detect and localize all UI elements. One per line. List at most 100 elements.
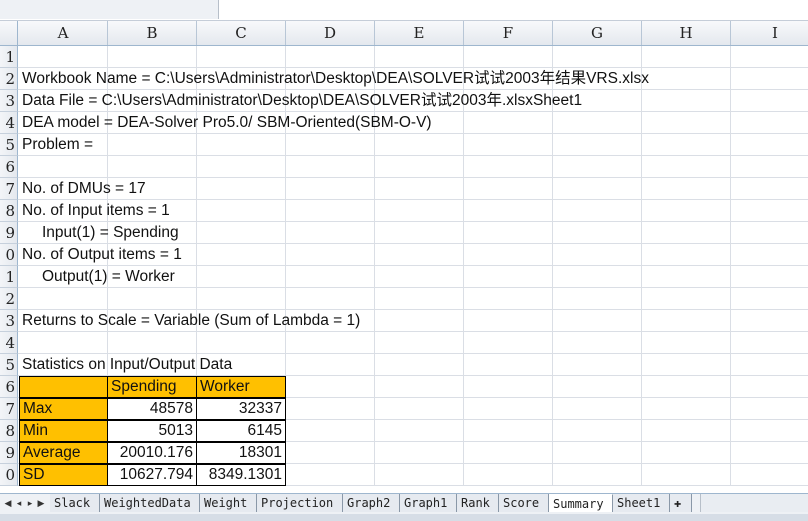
stats-value-cell[interactable]: 8349.1301 xyxy=(197,464,286,486)
sheet-row: 5 Statistics on Input/Output Data xyxy=(0,354,808,376)
stats-header-cell[interactable]: Worker xyxy=(197,376,286,398)
grid-line xyxy=(730,134,731,156)
grid-line xyxy=(463,156,464,178)
sheet-tab-weighteddata[interactable]: WeightedData xyxy=(100,494,200,512)
stats-value-cell[interactable]: 5013 xyxy=(108,420,197,442)
sheet-tab-projection[interactable]: Projection xyxy=(257,494,343,512)
row-header[interactable]: 8 xyxy=(0,420,18,442)
grid-line xyxy=(641,464,642,486)
sheet-tab-rank[interactable]: Rank xyxy=(457,494,499,512)
row-header[interactable]: 7 xyxy=(0,178,18,200)
cell-text[interactable]: Problem = xyxy=(22,134,93,156)
column-header-c[interactable]: C xyxy=(197,21,286,45)
cell-text[interactable]: Returns to Scale = Variable (Sum of Lamb… xyxy=(22,310,360,332)
row-header[interactable]: 5 xyxy=(0,134,18,156)
row-header[interactable]: 4 xyxy=(0,112,18,134)
sheet-tab-slack[interactable]: Slack xyxy=(50,494,100,512)
grid-line xyxy=(552,200,553,222)
grid-line xyxy=(285,156,286,178)
grid-line xyxy=(552,442,553,464)
row-header[interactable]: 0 xyxy=(0,464,18,486)
column-header-f[interactable]: F xyxy=(464,21,553,45)
last-sheet-icon[interactable]: ▶ xyxy=(36,497,46,509)
column-header-h[interactable]: H xyxy=(642,21,731,45)
sheet-tab-summary[interactable]: Summary xyxy=(549,494,613,512)
next-sheet-icon[interactable]: ▸ xyxy=(25,497,35,509)
stats-label-cell[interactable]: Min xyxy=(19,420,108,442)
row-header[interactable]: 4 xyxy=(0,332,18,354)
row-header[interactable]: 7 xyxy=(0,398,18,420)
sheet-tab-graph1[interactable]: Graph1 xyxy=(400,494,457,512)
sheet-tab-sheet1[interactable]: Sheet1 xyxy=(613,494,670,512)
row-header[interactable]: 6 xyxy=(0,376,18,398)
grid-line xyxy=(730,354,731,376)
grid-line xyxy=(196,134,197,156)
row-header[interactable]: 1 xyxy=(0,266,18,288)
sheet-tab-score[interactable]: Score xyxy=(499,494,549,512)
cell-text[interactable]: Data File = C:\Users\Administrator\Deskt… xyxy=(22,90,582,112)
grid-line xyxy=(641,46,642,68)
grid-line xyxy=(641,376,642,398)
cell-text[interactable]: No. of DMUs = 17 xyxy=(22,178,146,200)
cell-text[interactable]: DEA model = DEA-Solver Pro5.0/ SBM-Orien… xyxy=(22,112,432,134)
sheet-tab-bar: ◀ ◂ ▸ ▶ Slack WeightedData Weight Projectio… xyxy=(0,493,808,514)
row-header[interactable]: 6 xyxy=(0,156,18,178)
stats-value-cell[interactable]: 10627.794 xyxy=(108,464,197,486)
stats-value-cell[interactable]: 18301 xyxy=(197,442,286,464)
grid-line xyxy=(374,288,375,310)
row-header[interactable]: 9 xyxy=(0,442,18,464)
grid-line xyxy=(463,398,464,420)
row-header[interactable]: 2 xyxy=(0,68,18,90)
column-header-d[interactable]: D xyxy=(286,21,375,45)
stats-header-cell[interactable] xyxy=(19,376,108,398)
grid-line xyxy=(374,266,375,288)
grid-line xyxy=(641,244,642,266)
name-box[interactable] xyxy=(0,0,219,19)
cell-text[interactable]: Output(1) = Worker xyxy=(42,266,175,288)
grid-line xyxy=(463,244,464,266)
column-header-a[interactable]: A xyxy=(19,21,108,45)
row-header[interactable]: 3 xyxy=(0,310,18,332)
row-header[interactable]: 5 xyxy=(0,354,18,376)
row-header[interactable]: 3 xyxy=(0,90,18,112)
grid-line xyxy=(463,266,464,288)
grid-line xyxy=(641,310,642,332)
column-header-i[interactable]: I xyxy=(731,21,808,45)
insert-sheet-icon[interactable]: ✚ xyxy=(670,494,692,512)
grid-line xyxy=(641,178,642,200)
row-header[interactable]: 0 xyxy=(0,244,18,266)
sheet-row: 3 Returns to Scale = Variable (Sum of Lam… xyxy=(0,310,808,332)
stats-label-cell[interactable]: SD xyxy=(19,464,108,486)
stats-value-cell[interactable]: 20010.176 xyxy=(108,442,197,464)
cell-text[interactable]: Input(1) = Spending xyxy=(42,222,179,244)
stats-value-cell[interactable]: 32337 xyxy=(197,398,286,420)
grid-line xyxy=(730,266,731,288)
grid-line xyxy=(463,222,464,244)
row-header[interactable]: 2 xyxy=(0,288,18,310)
stats-value-cell[interactable]: 6145 xyxy=(197,420,286,442)
row-header[interactable]: 9 xyxy=(0,222,18,244)
stats-label-cell[interactable]: Average xyxy=(19,442,108,464)
sheet-tab-weight[interactable]: Weight xyxy=(200,494,257,512)
column-header-b[interactable]: B xyxy=(108,21,197,45)
row-header[interactable]: 8 xyxy=(0,200,18,222)
cell-text[interactable]: No. of Input items = 1 xyxy=(22,200,170,222)
cell-text[interactable]: Workbook Name = C:\Users\Administrator\D… xyxy=(22,68,649,90)
column-header-e[interactable]: E xyxy=(375,21,464,45)
stats-value-cell[interactable]: 48578 xyxy=(108,398,197,420)
cell-text[interactable]: No. of Output items = 1 xyxy=(22,244,182,266)
stats-label-cell[interactable]: Max xyxy=(19,398,108,420)
sheet-tab-graph2[interactable]: Graph2 xyxy=(343,494,400,512)
cell-text[interactable]: Statistics on Input/Output Data xyxy=(22,354,232,376)
column-header-g[interactable]: G xyxy=(553,21,642,45)
column-headers: ABCDEFGHI xyxy=(0,21,808,46)
horizontal-scrollbar[interactable] xyxy=(700,494,808,512)
prev-sheet-icon[interactable]: ◂ xyxy=(14,497,24,509)
row-header[interactable]: 1 xyxy=(0,46,18,68)
grid-line xyxy=(374,442,375,464)
grid-line xyxy=(730,68,731,90)
select-all-corner[interactable] xyxy=(0,21,18,45)
first-sheet-icon[interactable]: ◀ xyxy=(3,497,13,509)
stats-header-cell[interactable]: Spending xyxy=(108,376,197,398)
grid-line xyxy=(552,156,553,178)
